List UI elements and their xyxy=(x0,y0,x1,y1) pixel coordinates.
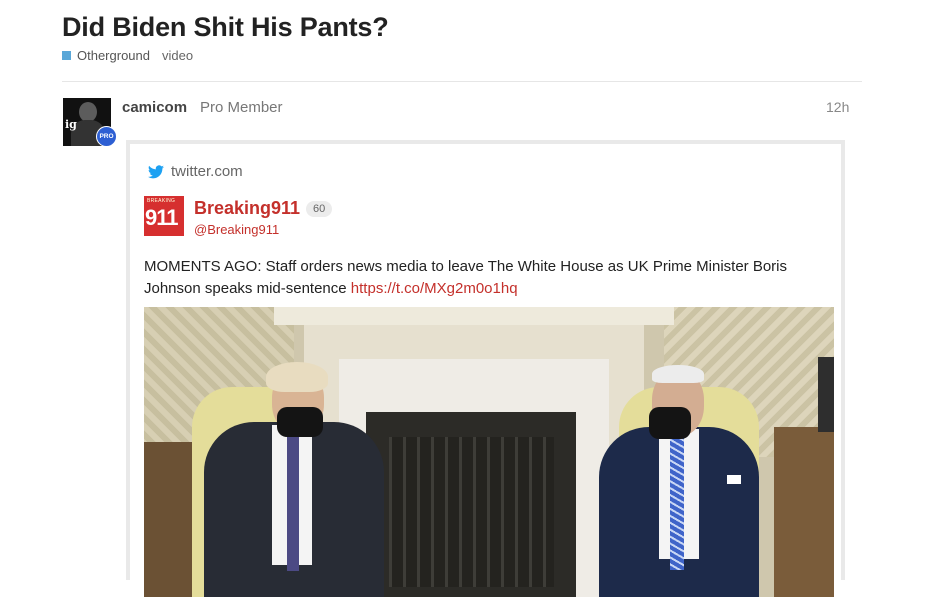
twitter-bird-icon xyxy=(148,164,164,178)
category-link[interactable]: Otherground xyxy=(77,48,150,63)
person-right-hair xyxy=(652,365,704,383)
tweet-media-image[interactable] xyxy=(144,307,834,597)
tag-video[interactable]: video xyxy=(162,48,193,63)
tweet-account-handle[interactable]: @Breaking911 xyxy=(194,222,279,237)
pro-badge-icon: PRO xyxy=(96,126,117,147)
person-left-hair xyxy=(266,362,328,392)
post-time[interactable]: 12h xyxy=(826,99,849,115)
tweet-account-avatar[interactable]: BREAKING 911 xyxy=(144,196,184,236)
category-badge-icon xyxy=(62,51,71,60)
tweet-link[interactable]: https://t.co/MXg2m0o1hq xyxy=(351,280,518,297)
user-title: Pro Member xyxy=(200,99,283,116)
fireplace-grate xyxy=(389,437,554,587)
divider xyxy=(62,81,862,82)
person-left-tie xyxy=(287,431,299,571)
tweet-text: MOMENTS AGO: Staff orders news media to … xyxy=(144,256,834,300)
twitter-onebox: twitter.com BREAKING 911 Breaking911 60 … xyxy=(126,140,845,597)
tweet-account-count-badge: 60 xyxy=(306,201,333,217)
onebox-source[interactable]: twitter.com xyxy=(148,163,243,180)
person-right-mask xyxy=(649,407,691,439)
username[interactable]: camicom xyxy=(122,99,187,116)
topic-meta: Otherground video xyxy=(62,48,193,63)
person-right-tie xyxy=(670,435,684,570)
tweet-account-name[interactable]: Breaking911 xyxy=(194,198,300,219)
avatar-head xyxy=(79,102,97,122)
person-right-pocket-square xyxy=(727,475,741,484)
onebox-source-label: twitter.com xyxy=(171,163,243,180)
side-table-right xyxy=(774,427,834,597)
person-left-mask xyxy=(277,407,323,437)
lamp-right xyxy=(818,357,834,432)
topic-title[interactable]: Did Biden Shit His Pants? xyxy=(62,12,389,43)
tweet-avatar-big-text: 911 xyxy=(145,205,178,230)
avatar-text: ig xyxy=(65,118,77,131)
side-table-left xyxy=(144,442,199,597)
tweet-avatar-small-text: BREAKING xyxy=(147,198,176,204)
mantel xyxy=(274,307,674,325)
